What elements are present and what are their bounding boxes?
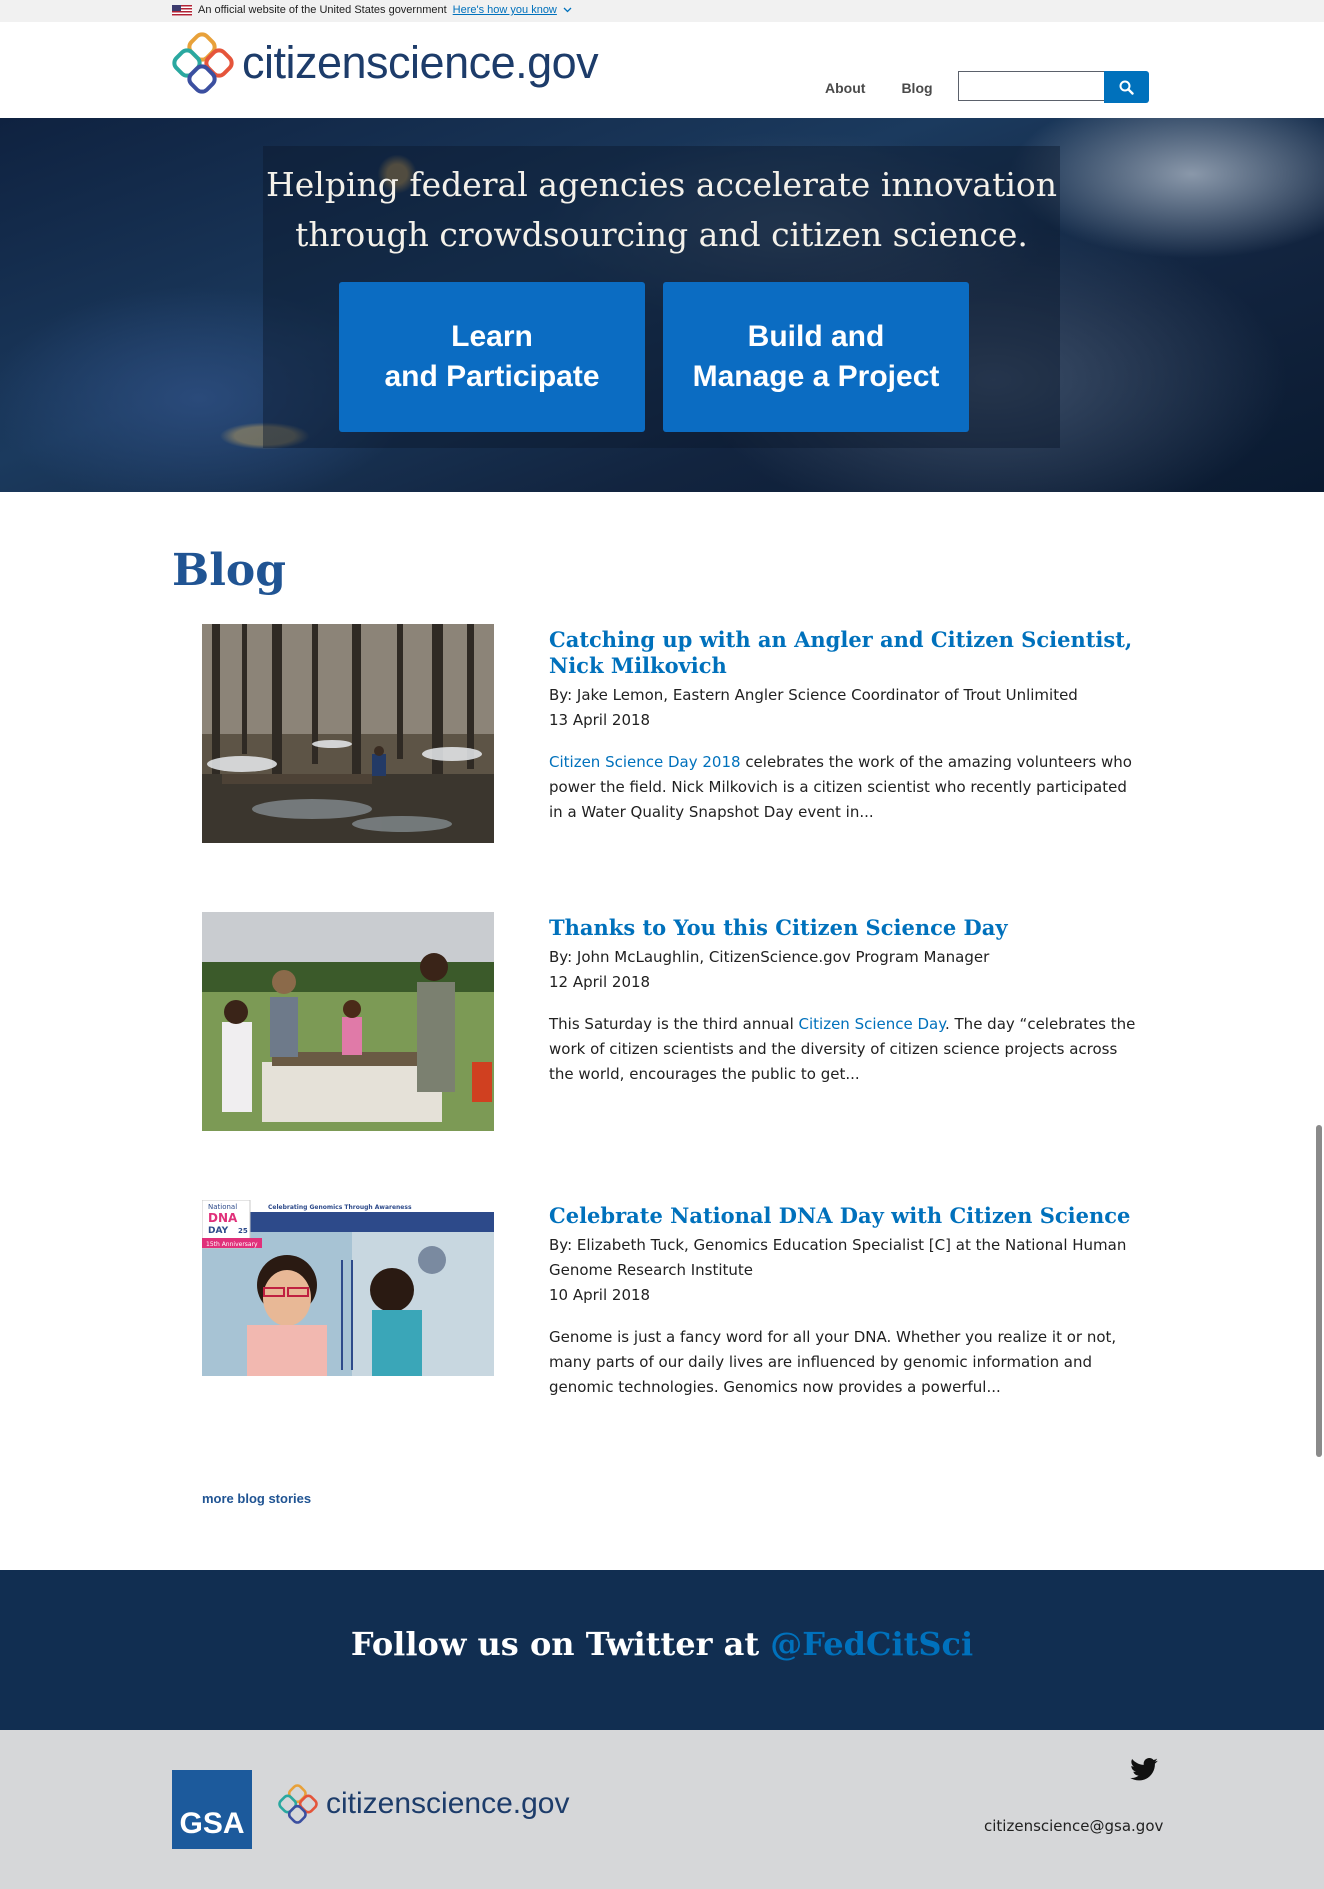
search-form bbox=[958, 71, 1149, 103]
heres-how-you-know-link[interactable]: Here's how you know bbox=[453, 4, 557, 16]
post-title[interactable]: Celebrate National DNA Day with Citizen … bbox=[549, 1203, 1139, 1229]
contact-email[interactable]: citizenscience@gsa.gov bbox=[984, 1817, 1163, 1835]
post-date: 13 April 2018 bbox=[549, 711, 651, 729]
post-excerpt: Genome is just a fancy word for all your… bbox=[549, 1328, 1117, 1396]
post-title[interactable]: Catching up with an Angler and Citizen S… bbox=[549, 627, 1139, 679]
blog-heading: Blog bbox=[172, 545, 287, 596]
twitter-follow-label: Follow us on Twitter at bbox=[350, 1625, 771, 1663]
dna-day-caption: Celebrating Genomics Through Awareness bbox=[268, 1204, 412, 1211]
post-body: Thanks to You this Citizen Science Day B… bbox=[549, 912, 1139, 1087]
learn-participate-button[interactable]: Learn and Participate bbox=[339, 282, 645, 432]
dna-day-anniversary: 15th Anniversary bbox=[206, 1241, 258, 1248]
search-button[interactable] bbox=[1104, 71, 1149, 103]
dna-day-badge-dna: DNA bbox=[208, 1211, 238, 1225]
scrollbar-thumb[interactable] bbox=[1316, 1125, 1322, 1457]
more-blog-stories-link[interactable]: more blog stories bbox=[202, 1491, 311, 1506]
hero-banner: Helping federal agencies accelerate inno… bbox=[0, 118, 1324, 492]
post-image-citizen-science-day[interactable] bbox=[202, 912, 494, 1131]
post-excerpt: This Saturday is the third annual Citize… bbox=[549, 1012, 1139, 1087]
post-excerpt-pre: This Saturday is the third annual bbox=[549, 1015, 799, 1033]
nav-blog[interactable]: Blog bbox=[901, 80, 932, 96]
citizenscience-logo-icon bbox=[172, 32, 234, 94]
us-flag-icon bbox=[172, 4, 192, 16]
learn-button-line1: Learn bbox=[451, 320, 533, 353]
main-nav: About Blog bbox=[825, 80, 933, 96]
scrollbar[interactable] bbox=[1314, 0, 1324, 1889]
twitter-band: Follow us on Twitter at @FedCitSci bbox=[0, 1570, 1324, 1730]
post-image-angler[interactable] bbox=[202, 624, 494, 843]
post-author: By: Jake Lemon, Eastern Angler Science C… bbox=[549, 686, 1078, 704]
site-footer: GSA citizenscience.gov citizenscience@gs… bbox=[0, 1730, 1324, 1889]
nav-about[interactable]: About bbox=[825, 80, 865, 96]
hero-tagline-line2: through crowdsourcing and citizen scienc… bbox=[295, 215, 1028, 254]
post-title[interactable]: Thanks to You this Citizen Science Day bbox=[549, 915, 1139, 941]
post-body: Celebrate National DNA Day with Citizen … bbox=[549, 1200, 1139, 1400]
post-body: Catching up with an Angler and Citizen S… bbox=[549, 624, 1139, 825]
search-input[interactable] bbox=[958, 71, 1104, 101]
post-date: 10 April 2018 bbox=[549, 1286, 651, 1304]
search-icon bbox=[1119, 80, 1134, 95]
gov-banner-text: An official website of the United States… bbox=[198, 4, 447, 16]
twitter-handle-link[interactable]: @FedCitSci bbox=[770, 1625, 973, 1663]
citizen-science-day-2018-link[interactable]: Citizen Science Day 2018 bbox=[549, 753, 741, 771]
gov-banner: An official website of the United States… bbox=[0, 0, 1324, 22]
footer-logo-text: citizenscience.gov bbox=[326, 1787, 570, 1820]
site-header: citizenscience.gov About Blog bbox=[0, 22, 1324, 119]
citizenscience-logo-icon bbox=[278, 1784, 318, 1824]
site-logo-text: citizenscience.gov bbox=[242, 37, 599, 88]
post-author: By: Elizabeth Tuck, Genomics Education S… bbox=[549, 1236, 1127, 1279]
gsa-logo[interactable]: GSA bbox=[172, 1770, 252, 1849]
hero-tagline: Helping federal agencies accelerate inno… bbox=[263, 160, 1060, 260]
site-logo[interactable]: citizenscience.gov bbox=[172, 32, 599, 94]
hero-tagline-line1: Helping federal agencies accelerate inno… bbox=[265, 165, 1058, 204]
learn-button-line2: and Participate bbox=[384, 360, 600, 393]
build-button-line1: Build and bbox=[747, 320, 885, 353]
footer-logo[interactable]: citizenscience.gov bbox=[278, 1784, 569, 1824]
citizen-science-day-link[interactable]: Citizen Science Day bbox=[799, 1015, 945, 1033]
post-date: 12 April 2018 bbox=[549, 973, 651, 991]
twitter-follow-text: Follow us on Twitter at @FedCitSci bbox=[0, 1625, 1324, 1663]
post-image-dna-day[interactable]: National DNA DAY 25 15th Anniversary Cel… bbox=[202, 1200, 494, 1419]
dna-day-badge-day: DAY bbox=[208, 1226, 229, 1236]
post-author: By: John McLaughlin, CitizenScience.gov … bbox=[549, 948, 990, 966]
dna-day-badge-num: 25 bbox=[238, 1227, 248, 1235]
build-button-line2: Manage a Project bbox=[692, 360, 940, 393]
dna-day-badge-text: National bbox=[208, 1203, 237, 1211]
post-excerpt: Citizen Science Day 2018 celebrates the … bbox=[549, 750, 1139, 825]
build-manage-project-button[interactable]: Build and Manage a Project bbox=[663, 282, 969, 432]
twitter-icon[interactable] bbox=[1130, 1758, 1158, 1781]
chevron-down-icon bbox=[563, 7, 572, 13]
